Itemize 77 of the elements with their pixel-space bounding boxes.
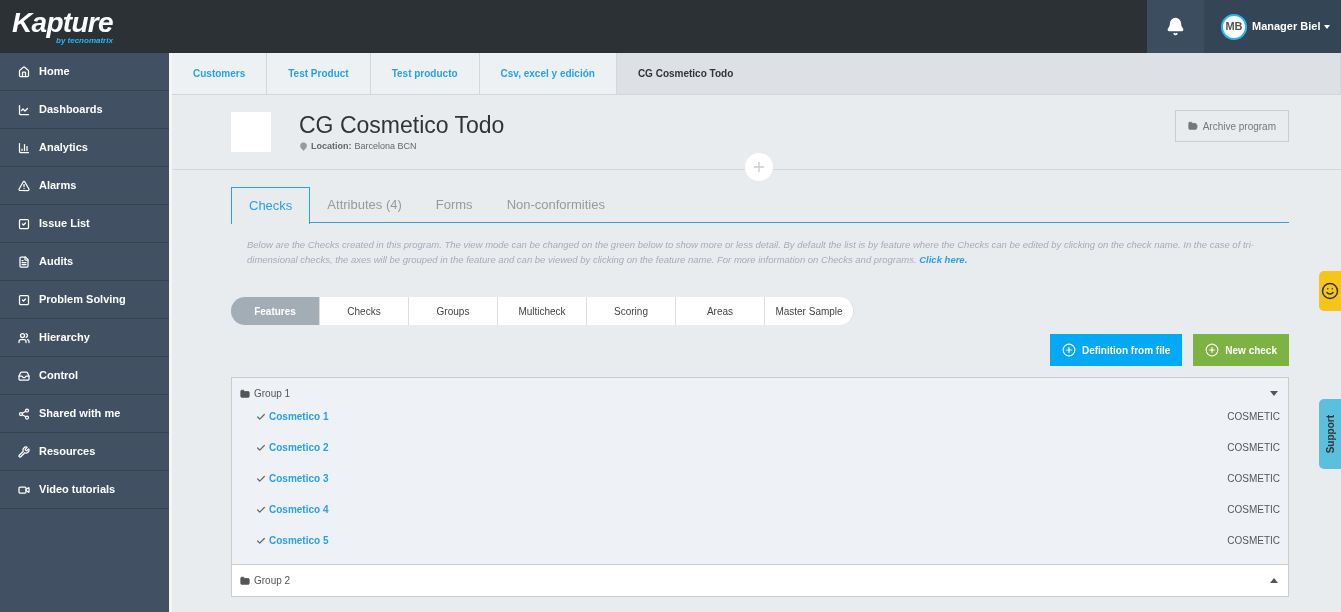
plus-circle-icon <box>1061 343 1076 357</box>
inbox-icon <box>18 369 30 382</box>
plus-icon <box>751 159 767 175</box>
folder-icon <box>240 388 250 399</box>
sidebar-item[interactable]: Audits <box>0 243 169 281</box>
check-type: COSMETIC <box>1227 410 1280 424</box>
sidebar-item[interactable]: Alarms <box>0 167 169 205</box>
description-text: Below are the Checks created in this program. The view mode can be changed on the green below to show more or less detail. By default the list is by feature where the Checks can be edited by clicking on the check name. In the case of tri-dimensional checks, the axes will be grouped in the feature and can be viewed by clicking on the feature name. For more information on Checks and programs. Click here. <box>246 238 1255 267</box>
sidebar-label: Video tutorials <box>39 482 116 498</box>
wrench-icon <box>18 445 30 458</box>
user-menu[interactable]: Manager Biel <box>1252 18 1331 35</box>
group-name[interactable]: Group 1 <box>254 386 291 401</box>
sidebar-item[interactable]: Problem Solving <box>0 281 169 319</box>
view-mode-button[interactable]: Checks <box>320 297 409 325</box>
smiley-icon <box>1321 282 1339 300</box>
sidebar-label: Hierarchy <box>39 330 90 346</box>
checkmark-icon <box>256 535 266 546</box>
check-type: COSMETIC <box>1227 534 1280 548</box>
checkmark-icon <box>256 442 266 453</box>
location-value: Barcelona BCN <box>354 139 417 153</box>
caret-down-icon <box>1324 24 1331 29</box>
check-type: COSMETIC <box>1227 441 1280 455</box>
checkmark-icon <box>256 504 266 515</box>
warning-icon <box>18 179 30 192</box>
view-mode-button[interactable]: Groups <box>409 297 498 325</box>
sidebar-item[interactable]: Home <box>0 53 169 91</box>
sidebar-item[interactable]: Issue List <box>0 205 169 243</box>
sidebar-item[interactable]: Analytics <box>0 129 169 167</box>
bell-icon <box>1166 17 1185 36</box>
checkmark-icon <box>256 473 266 484</box>
sidebar-label: Problem Solving <box>39 292 126 308</box>
sidebar-label: Control <box>39 368 79 384</box>
video-camera-icon <box>18 483 30 496</box>
feedback-tab[interactable] <box>1319 271 1341 311</box>
archive-button[interactable]: Archive program <box>1174 110 1289 142</box>
view-mode-button[interactable]: Master Sample <box>765 297 854 325</box>
breadcrumb-item[interactable]: CG Cosmetico Todo <box>616 53 1341 94</box>
home-icon <box>18 65 30 78</box>
check-type: COSMETIC <box>1227 503 1280 517</box>
sidebar-label: Shared with me <box>39 406 121 422</box>
logo: Kapture <box>12 8 114 37</box>
sidebar-label: Audits <box>39 254 74 270</box>
sidebar-label: Resources <box>39 444 96 460</box>
sidebar-label: Home <box>39 64 70 80</box>
line-chart-icon <box>18 103 30 116</box>
checkbox-icon <box>18 293 30 306</box>
view-mode-button[interactable]: Areas <box>676 297 765 325</box>
sidebar-item[interactable]: Hierarchy <box>0 319 169 357</box>
program-title: CG Cosmetico Todo <box>299 110 505 140</box>
sidebar-item[interactable]: Dashboards <box>0 91 169 129</box>
bar-chart-icon <box>18 141 30 154</box>
user-avatar[interactable]: MB <box>1221 13 1247 40</box>
check-type: COSMETIC <box>1227 472 1280 486</box>
support-tab[interactable]: Support <box>1319 399 1341 469</box>
people-icon <box>18 331 30 344</box>
logo-byline: by tecnomatrix <box>56 36 114 45</box>
notifications-button[interactable] <box>1147 0 1204 53</box>
sidebar-label: Alarms <box>39 178 77 194</box>
sidebar-item[interactable]: Video tutorials <box>0 471 169 509</box>
sidebar-item[interactable]: Control <box>0 357 169 395</box>
group-name[interactable]: Group 2 <box>254 573 291 588</box>
sidebar-label: Dashboards <box>39 102 103 118</box>
checkbox-icon <box>18 217 30 230</box>
location-pin-icon <box>299 141 308 151</box>
view-mode-button[interactable]: Multicheck <box>498 297 587 325</box>
plus-circle-icon <box>1205 343 1220 357</box>
sidebar-item[interactable]: Shared with me <box>0 395 169 433</box>
folder-icon <box>240 575 250 586</box>
sidebar-label: Analytics <box>39 140 88 156</box>
sidebar-label: Issue List <box>39 216 90 232</box>
location-label: Location: <box>311 139 352 153</box>
view-mode-button[interactable]: Scoring <box>587 297 676 325</box>
document-icon <box>18 255 30 268</box>
share-icon <box>18 407 30 420</box>
sidebar-item[interactable]: Resources <box>0 433 169 471</box>
checkmark-icon <box>256 411 266 422</box>
folder-open-icon <box>1187 121 1198 131</box>
